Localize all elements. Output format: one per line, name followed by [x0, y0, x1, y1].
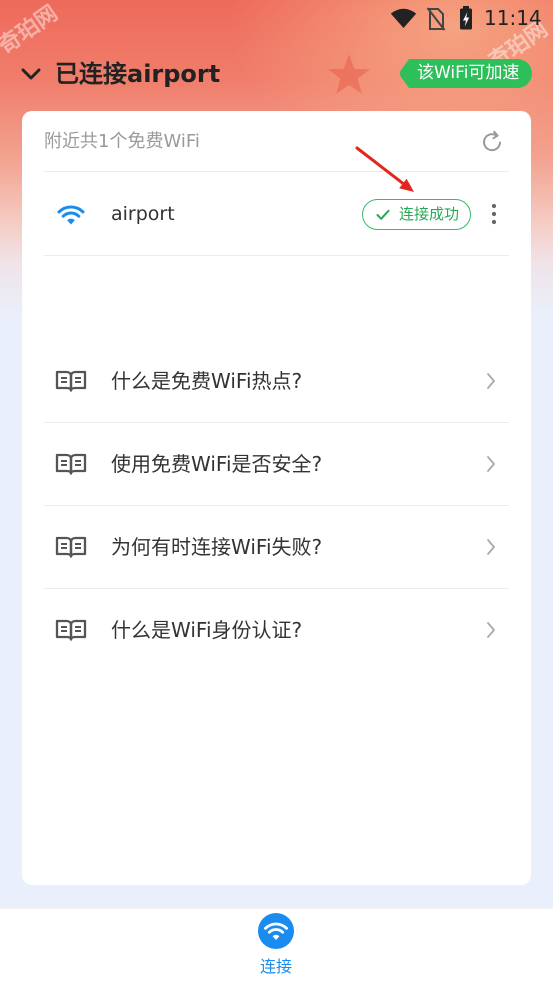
faq-label: 为何有时连接WiFi失败?	[111, 535, 323, 559]
more-options-icon[interactable]	[490, 203, 498, 225]
check-icon	[376, 209, 390, 220]
faq-item[interactable]: 使用免费WiFi是否安全?	[22, 423, 531, 506]
network-row[interactable]: airport 连接成功	[22, 172, 531, 255]
page-title: 已连接airport	[55, 60, 221, 88]
refresh-icon[interactable]	[480, 130, 504, 154]
speedup-badge[interactable]: 该WiFi可加速	[398, 58, 532, 89]
chevron-right-icon	[487, 456, 495, 472]
connection-status-label: 连接成功	[399, 205, 460, 223]
tab-connect-label: 连接	[259, 957, 292, 976]
chevron-right-icon	[487, 539, 495, 555]
background-star-icon	[328, 54, 370, 94]
book-icon	[55, 619, 87, 641]
no-sim-icon	[426, 7, 446, 31]
wifi-icon	[57, 205, 85, 225]
bottom-tab-bar: 连接	[0, 908, 553, 983]
book-icon	[55, 370, 87, 392]
faq-list: 什么是免费WiFi热点? 使用免费WiFi是否安全? 为何有时连接WiFi失败?…	[22, 340, 531, 672]
tab-connect[interactable]: 连接	[236, 909, 316, 983]
faq-label: 什么是WiFi身份认证?	[111, 618, 303, 642]
faq-item[interactable]: 为何有时连接WiFi失败?	[22, 506, 531, 589]
faq-label: 使用免费WiFi是否安全?	[111, 452, 323, 476]
faq-label: 什么是免费WiFi热点?	[111, 369, 303, 393]
chevron-down-icon[interactable]	[20, 64, 42, 84]
wifi-signal-icon	[390, 8, 417, 28]
speedup-badge-label: 该WiFi可加速	[417, 63, 520, 83]
network-ssid: airport	[111, 203, 175, 225]
book-icon	[55, 536, 87, 558]
faq-item[interactable]: 什么是免费WiFi热点?	[22, 340, 531, 423]
battery-charging-icon	[460, 6, 472, 30]
wifi-card: 附近共1个免费WiFi airport 连接成功 什么是免费WiFi热点? 使用…	[22, 111, 531, 885]
book-icon	[55, 453, 87, 475]
connection-status-badge: 连接成功	[362, 199, 471, 230]
wifi-icon	[258, 913, 294, 949]
faq-item[interactable]: 什么是WiFi身份认证?	[22, 589, 531, 672]
app-screen: 奇珀网 奇珀网 11:14 已连接airport 该WiFi可加速 附近共1个免…	[0, 0, 553, 983]
chevron-right-icon	[487, 622, 495, 638]
divider	[44, 255, 509, 256]
chevron-right-icon	[487, 373, 495, 389]
status-time: 11:14	[484, 6, 542, 30]
nearby-summary: 附近共1个免费WiFi	[44, 131, 200, 152]
